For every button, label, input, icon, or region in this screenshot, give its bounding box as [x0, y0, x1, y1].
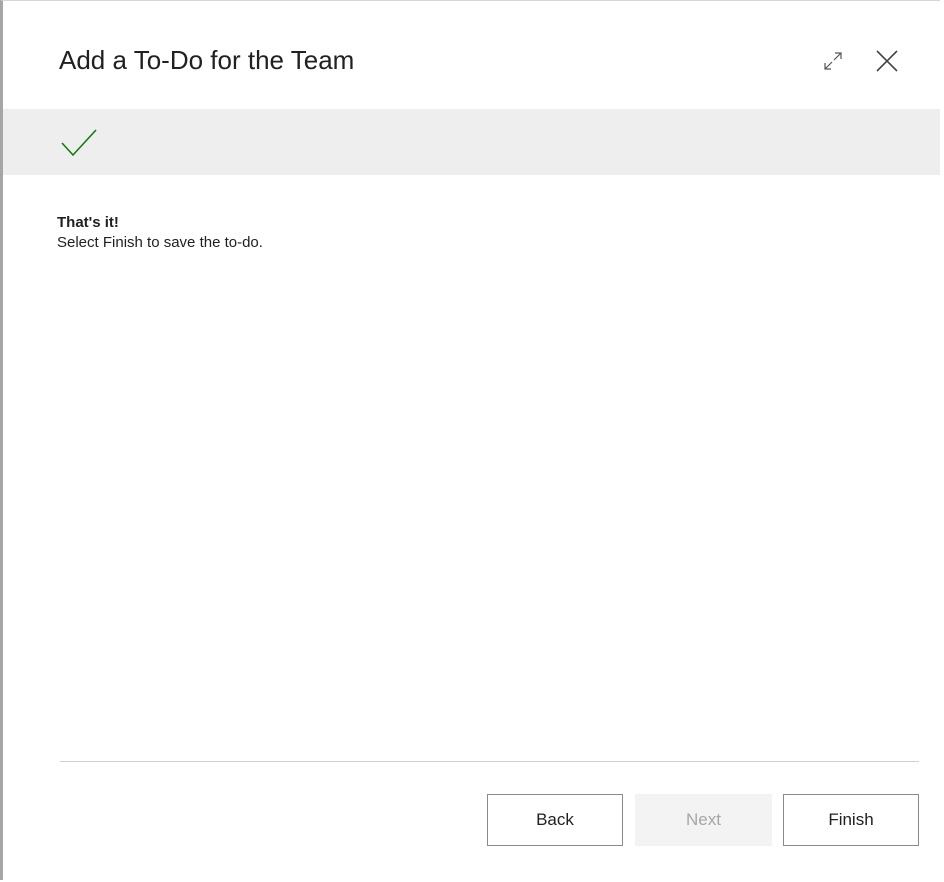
step-content: That's it! Select Finish to save the to-…	[57, 213, 917, 253]
footer-divider	[60, 761, 919, 762]
dialog-header: Add a To-Do for the Team	[3, 1, 940, 109]
wizard-dialog: Add a To-Do for the Team That's it! Sele…	[0, 0, 940, 880]
next-button[interactable]: Next	[635, 794, 772, 846]
finish-button[interactable]: Finish	[783, 794, 919, 846]
expand-icon[interactable]	[817, 45, 849, 77]
step-heading: That's it!	[57, 214, 119, 231]
dialog-title: Add a To-Do for the Team	[59, 45, 355, 75]
checkmark-icon	[59, 126, 99, 160]
step-indicator-band	[3, 109, 940, 175]
close-icon[interactable]	[871, 45, 903, 77]
back-button[interactable]: Back	[487, 794, 623, 846]
step-description: Select Finish to save the to-do.	[57, 234, 263, 251]
